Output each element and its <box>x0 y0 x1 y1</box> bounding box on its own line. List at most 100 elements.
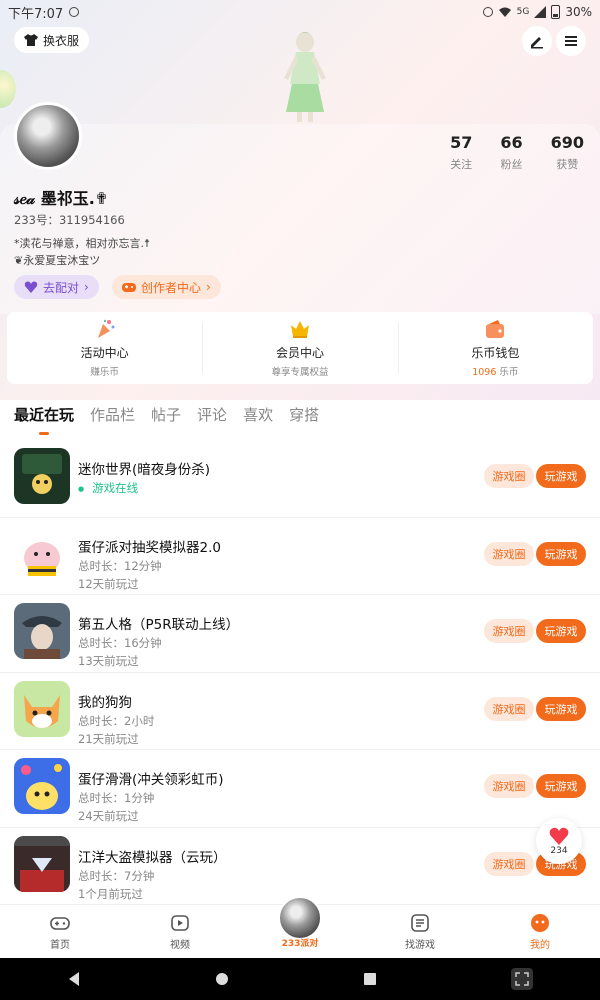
coin-unit: 乐币 <box>496 367 519 378</box>
game-title: 迷你世界(暗夜身份杀) <box>78 462 211 478</box>
system-navigation-bar <box>0 958 600 1000</box>
game-icon[interactable] <box>14 525 70 582</box>
pair-label: 去配对 <box>43 280 80 295</box>
stat-following-label: 关注 <box>450 158 473 171</box>
party-popper-icon <box>97 319 115 338</box>
coin-balance: 1096 <box>472 367 497 378</box>
tab-works[interactable]: 作品栏 <box>90 404 135 425</box>
game-title: 江洋大盗模拟器（云玩） <box>78 849 227 866</box>
party-avatar-button[interactable] <box>278 896 322 940</box>
floating-likes-button[interactable]: 234 <box>536 818 582 864</box>
game-play-duration: 总时长：1分钟 <box>78 791 155 805</box>
activity-center-title: 活动中心 <box>80 346 129 360</box>
screenshot-icon[interactable] <box>511 968 533 990</box>
nav-video[interactable]: 视频 <box>120 905 240 958</box>
nav-home[interactable]: 首页 <box>0 905 120 958</box>
coin-wallet-title: 乐币钱包 <box>471 346 520 360</box>
stat-likes[interactable]: 690 获赞 <box>551 133 584 172</box>
stat-following-count: 57 <box>450 133 473 152</box>
nav-find-games[interactable]: 找游戏 <box>360 905 480 958</box>
party-label: 233派对 <box>281 939 319 949</box>
play-game-button[interactable]: 玩游戏 <box>536 464 586 488</box>
game-circle-button[interactable]: 游戏圈 <box>484 851 534 876</box>
profile-stats: 57 关注 66 粉丝 690 获赞 <box>450 133 584 172</box>
play-game-button[interactable]: 玩游戏 <box>536 619 586 643</box>
game-title: 蛋仔滑滑(冲关领彩虹币) <box>78 772 224 788</box>
tab-comments[interactable]: 评论 <box>197 404 227 425</box>
profile-tabs: 最近在玩 作品栏 帖子 评论 喜欢 穿搭 <box>14 404 319 425</box>
game-row[interactable]: 我的狗狗 总时长：2小时 21天前玩过 游戏圈 玩游戏 <box>0 673 600 750</box>
game-title: 第五人格（P5R联动上线） <box>78 617 240 633</box>
nav-me[interactable]: 我的 <box>480 905 600 958</box>
menu-icon <box>565 36 577 46</box>
wallet-icon <box>486 320 505 338</box>
game-play-duration: 总时长：2小时 <box>78 713 155 728</box>
chevron-right-icon: › <box>206 280 211 294</box>
user-id[interactable]: 233号：311954166 <box>14 212 125 228</box>
nav-home-label: 首页 <box>50 939 70 951</box>
avatar-character-figure[interactable] <box>270 28 340 124</box>
back-icon[interactable] <box>67 971 81 987</box>
edit-profile-button[interactable] <box>522 26 552 56</box>
game-title: 我的狗狗 <box>78 694 132 711</box>
home-icon[interactable] <box>215 972 229 986</box>
list-icon <box>411 913 429 932</box>
crown-icon <box>290 321 309 338</box>
play-game-button[interactable]: 玩游戏 <box>536 696 586 721</box>
change-outfit-button[interactable]: 换衣服 <box>14 27 90 53</box>
game-circle-button[interactable]: 游戏圈 <box>484 541 534 566</box>
edit-icon <box>531 37 543 49</box>
game-icon[interactable] <box>14 835 70 892</box>
floating-likes-count: 234 <box>550 845 568 856</box>
stat-likes-label: 获赞 <box>556 158 579 171</box>
game-last-played: 12天前玩过 <box>78 576 139 591</box>
game-play-duration: 总时长：16分钟 <box>78 636 162 650</box>
game-row[interactable]: 蛋仔滑滑(冲关领彩虹币) 总时长：1分钟 24天前玩过 游戏圈 玩游戏 <box>0 750 600 828</box>
game-play-duration: 总时长：12分钟 <box>78 558 162 573</box>
tab-posts[interactable]: 帖子 <box>151 404 181 425</box>
member-center-title: 会员中心 <box>275 346 324 360</box>
wifi-icon <box>498 7 511 17</box>
game-circle-button[interactable]: 游戏圈 <box>484 464 534 488</box>
recents-icon[interactable] <box>363 972 377 986</box>
game-icon[interactable] <box>14 448 70 504</box>
heart-pair-icon <box>24 281 38 293</box>
play-circle-icon <box>171 914 189 931</box>
creator-center-button[interactable]: 创作者中心 › <box>112 275 221 299</box>
member-center-sub: 尊享专属权益 <box>271 367 329 378</box>
game-circle-button[interactable]: 游戏圈 <box>484 619 534 643</box>
play-game-button[interactable]: 玩游戏 <box>536 774 586 798</box>
stat-following[interactable]: 57 关注 <box>450 133 472 172</box>
game-circle-button[interactable]: 游戏圈 <box>484 696 534 721</box>
stat-followers[interactable]: 66 粉丝 <box>500 133 522 172</box>
battery-icon <box>551 5 561 19</box>
tab-outfits[interactable]: 穿搭 <box>289 404 319 425</box>
alarm-icon <box>482 7 493 17</box>
pair-button[interactable]: 去配对 › <box>14 275 99 299</box>
change-outfit-label: 换衣服 <box>43 33 80 48</box>
game-online-status: 游戏在线 <box>78 480 138 496</box>
heart-icon <box>549 827 569 845</box>
member-center[interactable]: 会员中心 尊享专属权益 <box>202 312 397 384</box>
game-row[interactable]: 蛋仔派对抽奖模拟器2.0 总时长：12分钟 12天前玩过 游戏圈 玩游戏 <box>0 518 600 595</box>
game-icon[interactable] <box>14 603 70 659</box>
user-avatar[interactable] <box>14 102 82 170</box>
coin-wallet[interactable]: 乐币钱包 1096 乐币 <box>397 312 593 384</box>
game-icon[interactable] <box>14 758 70 814</box>
game-row[interactable]: 江洋大盗模拟器（云玩） 总时长：7分钟 1个月前玩过 游戏圈 玩游戏 <box>0 828 600 905</box>
tab-recent-played[interactable]: 最近在玩 <box>14 404 74 425</box>
me-icon <box>531 913 549 932</box>
play-game-button[interactable]: 玩游戏 <box>536 541 586 566</box>
menu-button[interactable] <box>556 26 586 56</box>
settings-status-icon <box>69 7 80 17</box>
game-icon[interactable] <box>14 680 70 737</box>
network-label: 5G <box>516 7 530 17</box>
game-row[interactable]: 第五人格（P5R联动上线） 总时长：16分钟 13天前玩过 游戏圈 玩游戏 <box>0 595 600 673</box>
activity-center[interactable]: 活动中心 赚乐币 <box>7 312 202 384</box>
game-circle-button[interactable]: 游戏圈 <box>484 774 534 798</box>
bio-line-1: *渎花与禅意，相对亦忘言.☨ <box>14 237 150 250</box>
gamepad-icon <box>122 283 136 292</box>
game-row[interactable]: 迷你世界(暗夜身份杀) 游戏在线 游戏圈 玩游戏 <box>0 440 600 518</box>
tab-likes[interactable]: 喜欢 <box>243 404 273 425</box>
shirt-icon <box>24 34 38 46</box>
